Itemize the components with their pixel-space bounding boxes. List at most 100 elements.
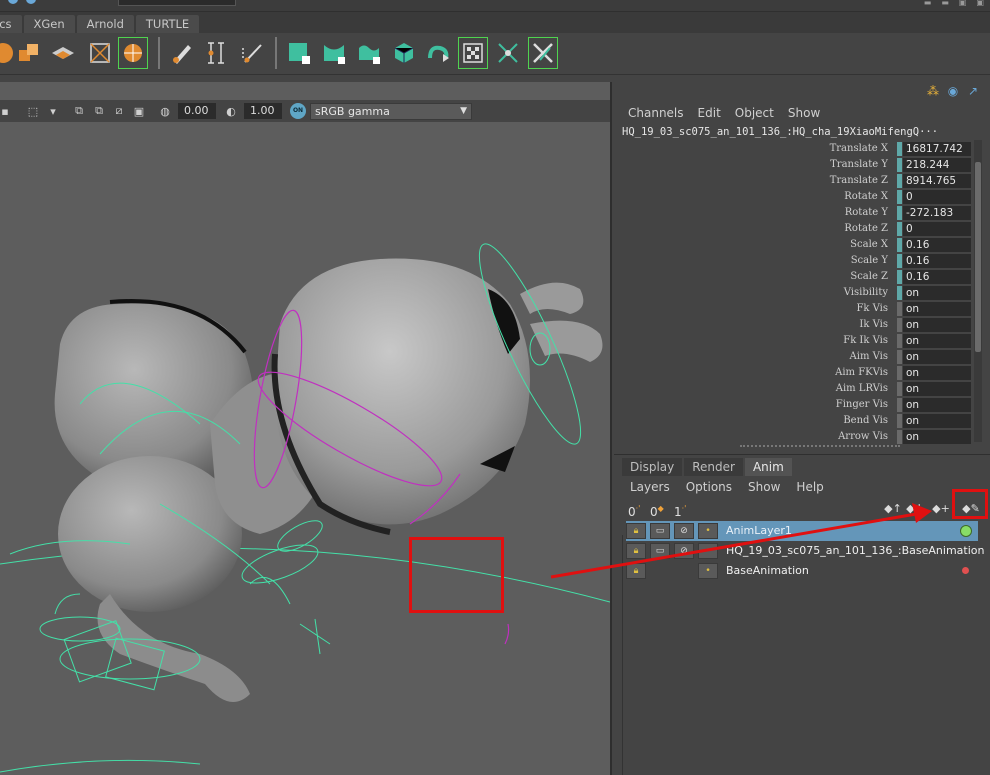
shelf-tool-green-wrap-icon[interactable] bbox=[424, 37, 454, 69]
channel-row[interactable]: Ik Vis on bbox=[614, 317, 972, 333]
tab-render[interactable]: Render bbox=[684, 458, 743, 476]
channel-row[interactable]: Finger Vis on bbox=[614, 397, 972, 413]
shelf-tool-x-nodes-icon[interactable] bbox=[493, 37, 523, 69]
shelf-tool-green-cube-icon[interactable] bbox=[389, 37, 419, 69]
scrollbar-thumb[interactable] bbox=[975, 162, 981, 352]
channel-row[interactable]: Scale Z 0.16 bbox=[614, 269, 972, 285]
menu-layers[interactable]: Layers bbox=[630, 478, 670, 496]
panel-divider-handle[interactable] bbox=[740, 445, 900, 447]
channel-name[interactable]: Translate Z bbox=[830, 173, 888, 189]
panel-layout-icon[interactable]: ▣ bbox=[976, 0, 984, 8]
shelf-tool-checker-icon[interactable] bbox=[458, 37, 488, 69]
channel-box-scrollbar[interactable] bbox=[974, 140, 982, 442]
channel-row[interactable]: Translate Z 8914.765 bbox=[614, 173, 972, 189]
wireframe-toggle-icon[interactable]: ▪ bbox=[0, 102, 14, 120]
move-layer-up-icon[interactable]: ◆↑ bbox=[884, 501, 902, 517]
view-transform-select[interactable]: sRGB gamma ▼ bbox=[310, 102, 472, 120]
channel-name[interactable]: Fk Vis bbox=[856, 301, 888, 317]
isolate-select-icon[interactable]: ▾ bbox=[44, 102, 62, 120]
menu-help[interactable]: Help bbox=[796, 478, 823, 496]
tool-settings-icon[interactable]: ◉ bbox=[946, 84, 960, 98]
exposure-field[interactable]: 0.00 bbox=[178, 103, 216, 119]
shelf-tool-x-brush-icon[interactable] bbox=[528, 37, 558, 69]
menu-show[interactable]: Show bbox=[788, 104, 820, 122]
shelf-tool-cubes-icon[interactable] bbox=[14, 37, 44, 69]
channel-name[interactable]: Ik Vis bbox=[859, 317, 888, 333]
channel-row[interactable]: Fk Vis on bbox=[614, 301, 972, 317]
channel-row[interactable]: Visibility on bbox=[614, 285, 972, 301]
channel-row[interactable]: Aim FKVis on bbox=[614, 365, 972, 381]
channel-box-icon[interactable]: ↗ bbox=[966, 84, 980, 98]
full-weight-button[interactable]: 1·' bbox=[674, 499, 686, 519]
channel-row[interactable]: Aim Vis on bbox=[614, 349, 972, 365]
channel-value-field[interactable]: 0 bbox=[903, 222, 971, 236]
channel-value-field[interactable]: on bbox=[903, 302, 971, 316]
channel-value-field[interactable]: on bbox=[903, 414, 971, 428]
panel-layout-icon[interactable]: ▬ bbox=[941, 0, 949, 8]
channel-row[interactable]: Rotate Z 0 bbox=[614, 221, 972, 237]
channel-value-field[interactable]: on bbox=[903, 430, 971, 444]
channel-row[interactable]: Fk Ik Vis on bbox=[614, 333, 972, 349]
channel-name[interactable]: Fk Ik Vis bbox=[843, 333, 888, 349]
tab-display[interactable]: Display bbox=[622, 458, 683, 476]
channel-value-field[interactable]: on bbox=[903, 350, 971, 364]
menu-edit[interactable]: Edit bbox=[698, 104, 721, 122]
shelf-tab-xgen[interactable]: XGen bbox=[23, 15, 75, 33]
channel-row[interactable]: Bend Vis on bbox=[614, 413, 972, 429]
channel-name[interactable]: Rotate Z bbox=[844, 221, 888, 237]
channel-value-field[interactable]: -272.183 bbox=[903, 206, 971, 220]
gamma-field[interactable]: 1.00 bbox=[244, 103, 282, 119]
channel-name[interactable]: Aim Vis bbox=[850, 349, 888, 365]
attribute-editor-icon[interactable]: ⁂ bbox=[926, 84, 940, 98]
panel-layout-icon[interactable]: ▬ bbox=[924, 0, 932, 8]
move-layer-down-icon[interactable]: ◆↓ bbox=[906, 501, 924, 517]
shelf-tool-green-wave-icon[interactable] bbox=[354, 37, 384, 69]
select-camera-icon[interactable]: ⬚ bbox=[24, 102, 42, 120]
viewport-panel[interactable]: ▪ ⬚ ▾ ⧉ ⧉ ⧄ ▣ ◍ 0.00 ◐ 1.00 ON sRGB gamm… bbox=[0, 82, 612, 775]
gamma-icon[interactable]: ◐ bbox=[222, 102, 240, 120]
shelf-tab-dynamics[interactable]: ics bbox=[0, 15, 22, 33]
channel-name[interactable]: Aim LRVis bbox=[836, 381, 888, 397]
viewport-canvas[interactable] bbox=[0, 124, 610, 775]
channel-row[interactable]: Arrow Vis on bbox=[614, 429, 972, 445]
channel-name[interactable]: Scale Y bbox=[851, 253, 888, 269]
shelf-tool-bracket-icon[interactable] bbox=[201, 37, 231, 69]
channel-row[interactable]: Rotate Y -272.183 bbox=[614, 205, 972, 221]
blue-dot-icon[interactable] bbox=[8, 0, 18, 4]
channel-name[interactable]: Translate Y bbox=[830, 157, 888, 173]
channel-row[interactable]: Scale Y 0.16 bbox=[614, 253, 972, 269]
channel-name[interactable]: Bend Vis bbox=[843, 413, 888, 429]
channel-name[interactable]: Scale Z bbox=[850, 269, 888, 285]
color-management-toggle[interactable]: ON bbox=[290, 103, 306, 119]
channel-value-field[interactable]: 0.16 bbox=[903, 270, 971, 284]
channel-row[interactable]: Aim LRVis on bbox=[614, 381, 972, 397]
shelf-tool-brush-icon[interactable] bbox=[237, 37, 267, 69]
channel-value-field[interactable]: on bbox=[903, 398, 971, 412]
xray-icon[interactable]: ⧉ bbox=[70, 102, 88, 120]
channel-value-field[interactable]: 0.16 bbox=[903, 238, 971, 252]
zero-weight-button[interactable]: 0◆ bbox=[650, 499, 664, 519]
channel-value-field[interactable]: on bbox=[903, 334, 971, 348]
channel-value-field[interactable]: on bbox=[903, 382, 971, 396]
channel-row[interactable]: Translate X 16817.742 bbox=[614, 141, 972, 157]
shelf-tool-pencil-icon[interactable] bbox=[167, 37, 197, 69]
selected-object-name[interactable]: HQ_19_03_sc075_an_101_136_:HQ_cha_19Xiao… bbox=[622, 126, 978, 140]
xray-components-icon[interactable]: ⧄ bbox=[110, 102, 128, 120]
shelf-tool-green-square-icon[interactable] bbox=[284, 37, 314, 69]
shelf-tool-green-curve-icon[interactable] bbox=[319, 37, 349, 69]
shelf-tool-bounding-box-icon[interactable] bbox=[85, 37, 115, 69]
menu-options[interactable]: Options bbox=[686, 478, 732, 496]
create-empty-layer-icon[interactable]: ◆+ bbox=[932, 501, 950, 517]
channel-row[interactable]: Translate Y 218.244 bbox=[614, 157, 972, 173]
resolution-gate-icon[interactable]: ▣ bbox=[130, 102, 148, 120]
channel-value-field[interactable]: 0.16 bbox=[903, 254, 971, 268]
top-field[interactable] bbox=[118, 0, 236, 6]
shelf-tool-sphere-grid-icon[interactable] bbox=[118, 37, 148, 69]
channel-value-field[interactable]: 8914.765 bbox=[903, 174, 971, 188]
channel-value-field[interactable]: 0 bbox=[903, 190, 971, 204]
channel-value-field[interactable]: on bbox=[903, 318, 971, 332]
zero-key-layer-button[interactable]: 0·' bbox=[628, 499, 640, 519]
channel-value-field[interactable]: on bbox=[903, 366, 971, 380]
channel-name[interactable]: Scale X bbox=[850, 237, 888, 253]
channel-name[interactable]: Visibility bbox=[844, 285, 888, 301]
